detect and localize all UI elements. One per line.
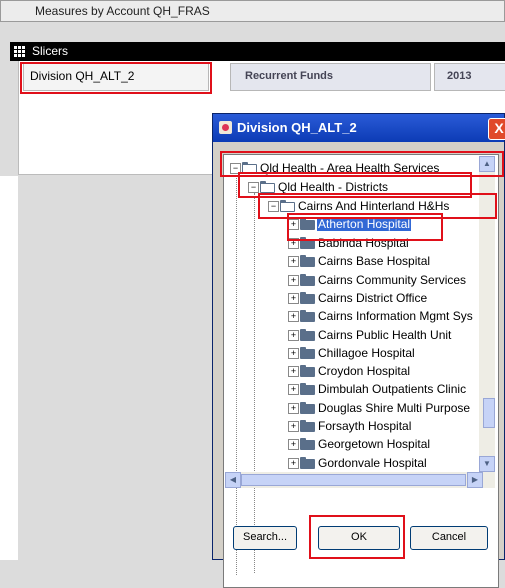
slicer-division-label: Division QH_ALT_2 — [30, 69, 135, 83]
folder-icon — [300, 218, 315, 230]
folder-icon — [300, 310, 315, 323]
folder-icon — [300, 273, 315, 286]
folder-icon — [300, 456, 315, 469]
search-button[interactable]: Search... — [233, 526, 297, 550]
java-icon — [219, 121, 232, 134]
slicer-year-label: 2013 — [447, 70, 472, 82]
hierarchy-tree[interactable]: − Qld Health - Area Health Services − Ql… — [223, 154, 499, 588]
division-dialog: Division QH_ALT_2 X − Qld Health - Area … — [212, 113, 505, 588]
folder-icon — [300, 401, 315, 414]
ok-button[interactable]: OK — [318, 526, 400, 550]
scroll-up-icon[interactable]: ▲ — [479, 156, 495, 172]
close-icon[interactable]: X — [488, 118, 505, 140]
vertical-scrollbar[interactable] — [479, 156, 495, 488]
folder-icon — [300, 255, 315, 268]
folder-icon — [300, 291, 315, 304]
cancel-button[interactable]: Cancel — [410, 526, 488, 550]
folder-icon — [300, 438, 315, 451]
dialog-title: Division QH_ALT_2 — [237, 120, 357, 135]
vertical-scroll-thumb[interactable] — [483, 398, 495, 428]
folder-open-icon — [260, 181, 275, 193]
slicer-division[interactable]: Division QH_ALT_2 — [23, 63, 209, 91]
slicers-header: Slicers — [10, 42, 505, 61]
slicer-recurrent-funds[interactable]: Recurrent Funds — [230, 63, 431, 91]
dialog-titlebar[interactable]: Division QH_ALT_2 X — [213, 114, 505, 142]
folder-icon — [300, 383, 315, 396]
folder-icon — [300, 328, 315, 341]
scroll-right-icon[interactable]: ▶ — [467, 472, 483, 488]
horizontal-scroll-thumb[interactable] — [241, 474, 466, 486]
slicers-title: Slicers — [32, 44, 69, 58]
folder-icon — [300, 420, 315, 432]
grid-icon — [14, 46, 25, 57]
window-title-bar: Measures by Account QH_FRAS — [0, 0, 505, 22]
window-title: Measures by Account QH_FRAS — [35, 4, 210, 18]
scroll-left-icon[interactable]: ◀ — [225, 472, 241, 488]
folder-icon — [300, 346, 315, 359]
folder-open-icon — [280, 200, 295, 212]
slicer-recurrent-label: Recurrent Funds — [245, 70, 334, 82]
folder-icon — [300, 237, 315, 249]
folder-open-icon — [242, 162, 257, 174]
left-margin — [0, 176, 18, 560]
folder-icon — [300, 365, 315, 378]
slicer-year[interactable]: 2013 — [434, 63, 505, 91]
scroll-down-icon[interactable]: ▼ — [479, 456, 495, 472]
